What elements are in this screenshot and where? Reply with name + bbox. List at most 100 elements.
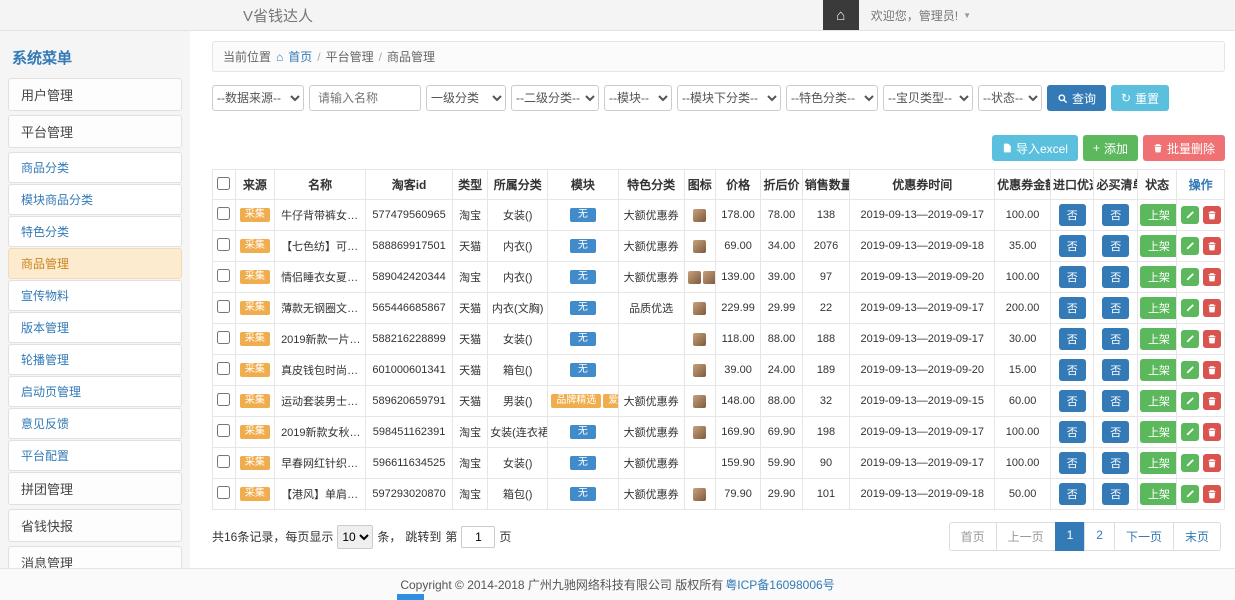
edit-button[interactable] — [1181, 299, 1199, 317]
must-buy-toggle-button[interactable]: 否 — [1102, 390, 1129, 412]
must-buy-toggle-button[interactable]: 否 — [1102, 421, 1129, 443]
sidebar-item[interactable]: 拼团管理 — [8, 472, 182, 505]
delete-button[interactable] — [1203, 330, 1221, 348]
add-button[interactable]: + 添加 — [1083, 135, 1138, 161]
sidebar-item[interactable]: 轮播管理 — [8, 344, 182, 375]
select-all-checkbox[interactable] — [217, 177, 230, 190]
status-button[interactable]: 上架 — [1140, 483, 1177, 505]
imported-toggle-button[interactable]: 否 — [1059, 235, 1086, 257]
sidebar-item[interactable]: 消息管理 — [8, 546, 182, 568]
sidebar-item[interactable]: 特色分类 — [8, 216, 182, 247]
edit-button[interactable] — [1181, 330, 1199, 348]
status-button[interactable]: 上架 — [1140, 328, 1177, 350]
edit-button[interactable] — [1181, 237, 1199, 255]
sidebar-item[interactable]: 模块商品分类 — [8, 184, 182, 215]
jump-page-input[interactable] — [461, 526, 495, 548]
status-button[interactable]: 上架 — [1140, 266, 1177, 288]
must-buy-toggle-button[interactable]: 否 — [1102, 359, 1129, 381]
status-button[interactable]: 上架 — [1140, 390, 1177, 412]
level1-category-select[interactable]: 一级分类 — [426, 85, 506, 111]
sidebar-item[interactable]: 宣传物料 — [8, 280, 182, 311]
row-checkbox[interactable] — [217, 269, 230, 282]
sidebar-item[interactable]: 启动页管理 — [8, 376, 182, 407]
delete-button[interactable] — [1203, 361, 1221, 379]
page-button[interactable]: 1 — [1055, 522, 1086, 551]
sidebar-item[interactable]: 意见反馈 — [8, 408, 182, 439]
icp-link[interactable]: 粤ICP备16098006号 — [725, 576, 834, 593]
row-checkbox[interactable] — [217, 331, 230, 344]
delete-button[interactable] — [1203, 454, 1221, 472]
row-checkbox[interactable] — [217, 362, 230, 375]
edit-button[interactable] — [1181, 206, 1199, 224]
must-buy-toggle-button[interactable]: 否 — [1102, 483, 1129, 505]
edit-button[interactable] — [1181, 423, 1199, 441]
status-button[interactable]: 上架 — [1140, 421, 1177, 443]
page-button[interactable]: 首页 — [949, 522, 997, 551]
data-source-select[interactable]: --数据来源-- — [212, 85, 304, 111]
row-checkbox[interactable] — [217, 486, 230, 499]
feature-category-select[interactable]: --特色分类-- — [786, 85, 878, 111]
row-checkbox[interactable] — [217, 300, 230, 313]
reset-button[interactable]: ↻ 重置 — [1111, 85, 1169, 111]
sidebar-item[interactable]: 用户管理 — [8, 78, 182, 111]
imported-toggle-button[interactable]: 否 — [1059, 452, 1086, 474]
status-button[interactable]: 上架 — [1140, 297, 1177, 319]
must-buy-toggle-button[interactable]: 否 — [1102, 297, 1129, 319]
home-button[interactable]: ⌂ — [823, 0, 859, 30]
item-type-select[interactable]: --宝贝类型-- — [883, 85, 973, 111]
search-button[interactable]: 查询 — [1047, 85, 1106, 111]
imported-toggle-button[interactable]: 否 — [1059, 266, 1086, 288]
imported-toggle-button[interactable]: 否 — [1059, 359, 1086, 381]
page-button[interactable]: 2 — [1084, 522, 1115, 551]
edit-button[interactable] — [1181, 361, 1199, 379]
delete-button[interactable] — [1203, 392, 1221, 410]
imported-toggle-button[interactable]: 否 — [1059, 204, 1086, 226]
imported-toggle-button[interactable]: 否 — [1059, 421, 1086, 443]
imported-toggle-button[interactable]: 否 — [1059, 390, 1086, 412]
delete-button[interactable] — [1203, 268, 1221, 286]
delete-button[interactable] — [1203, 237, 1221, 255]
user-menu[interactable]: 欢迎您，管理员! ▼ — [859, 7, 983, 24]
edit-button[interactable] — [1181, 392, 1199, 410]
imported-toggle-button[interactable]: 否 — [1059, 328, 1086, 350]
must-buy-toggle-button[interactable]: 否 — [1102, 452, 1129, 474]
delete-button[interactable] — [1203, 485, 1221, 503]
imported-toggle-button[interactable]: 否 — [1059, 297, 1086, 319]
sidebar-item[interactable]: 平台管理 — [8, 115, 182, 148]
delete-button[interactable] — [1203, 423, 1221, 441]
must-buy-toggle-button[interactable]: 否 — [1102, 204, 1129, 226]
sidebar-item[interactable]: 平台配置 — [8, 440, 182, 471]
status-select[interactable]: --状态-- — [978, 85, 1042, 111]
row-checkbox[interactable] — [217, 393, 230, 406]
row-checkbox[interactable] — [217, 238, 230, 251]
import-excel-button[interactable]: 导入excel — [992, 135, 1078, 161]
module-sub-category-select[interactable]: --模块下分类-- — [677, 85, 781, 111]
status-button[interactable]: 上架 — [1140, 452, 1177, 474]
page-button[interactable]: 下一页 — [1114, 522, 1174, 551]
edit-button[interactable] — [1181, 268, 1199, 286]
edit-button[interactable] — [1181, 485, 1199, 503]
batch-delete-button[interactable]: 批量删除 — [1143, 135, 1225, 161]
page-button[interactable]: 上一页 — [996, 522, 1056, 551]
must-buy-toggle-button[interactable]: 否 — [1102, 266, 1129, 288]
name-search-input[interactable] — [309, 85, 421, 111]
per-page-select[interactable]: 10 — [337, 525, 373, 549]
page-button[interactable]: 末页 — [1173, 522, 1221, 551]
row-checkbox[interactable] — [217, 455, 230, 468]
edit-button[interactable] — [1181, 454, 1199, 472]
status-button[interactable]: 上架 — [1140, 204, 1177, 226]
status-button[interactable]: 上架 — [1140, 235, 1177, 257]
sidebar-item[interactable]: 版本管理 — [8, 312, 182, 343]
sidebar-item[interactable]: 商品分类 — [8, 152, 182, 183]
imported-toggle-button[interactable]: 否 — [1059, 483, 1086, 505]
breadcrumb-home-link[interactable]: 首页 — [288, 48, 312, 65]
status-button[interactable]: 上架 — [1140, 359, 1177, 381]
delete-button[interactable] — [1203, 206, 1221, 224]
row-checkbox[interactable] — [217, 424, 230, 437]
module-select[interactable]: --模块-- — [604, 85, 672, 111]
delete-button[interactable] — [1203, 299, 1221, 317]
sidebar-item[interactable]: 省钱快报 — [8, 509, 182, 542]
must-buy-toggle-button[interactable]: 否 — [1102, 328, 1129, 350]
sidebar-item[interactable]: 商品管理 — [8, 248, 182, 279]
must-buy-toggle-button[interactable]: 否 — [1102, 235, 1129, 257]
